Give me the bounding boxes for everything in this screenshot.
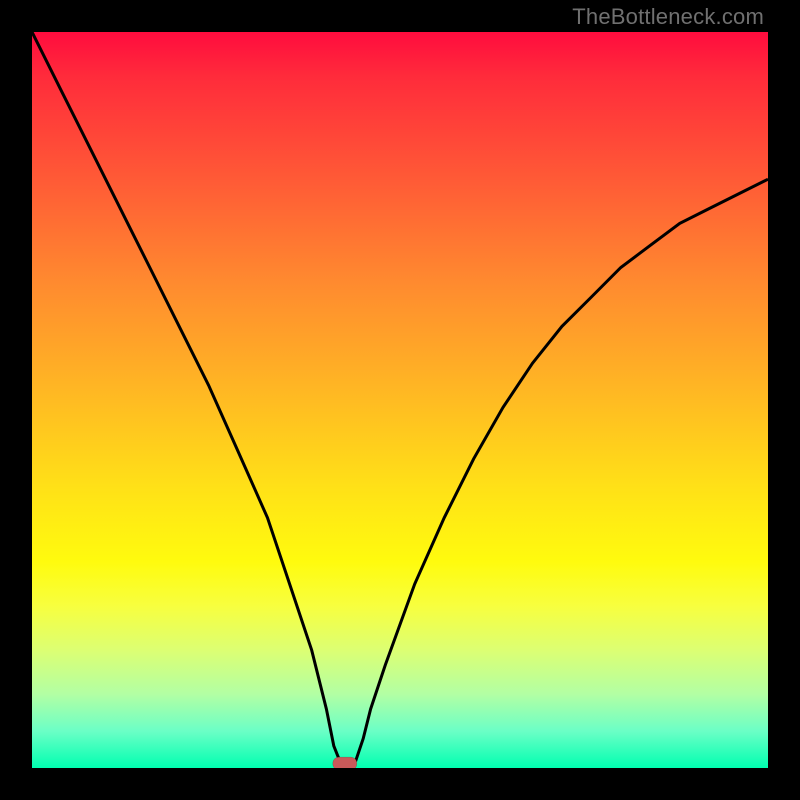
optimal-point-marker (333, 757, 357, 768)
watermark-text: TheBottleneck.com (572, 4, 764, 30)
bottleneck-curve (32, 32, 768, 764)
chart-frame: TheBottleneck.com (0, 0, 800, 800)
plot-area (32, 32, 768, 768)
curve-layer (32, 32, 768, 768)
